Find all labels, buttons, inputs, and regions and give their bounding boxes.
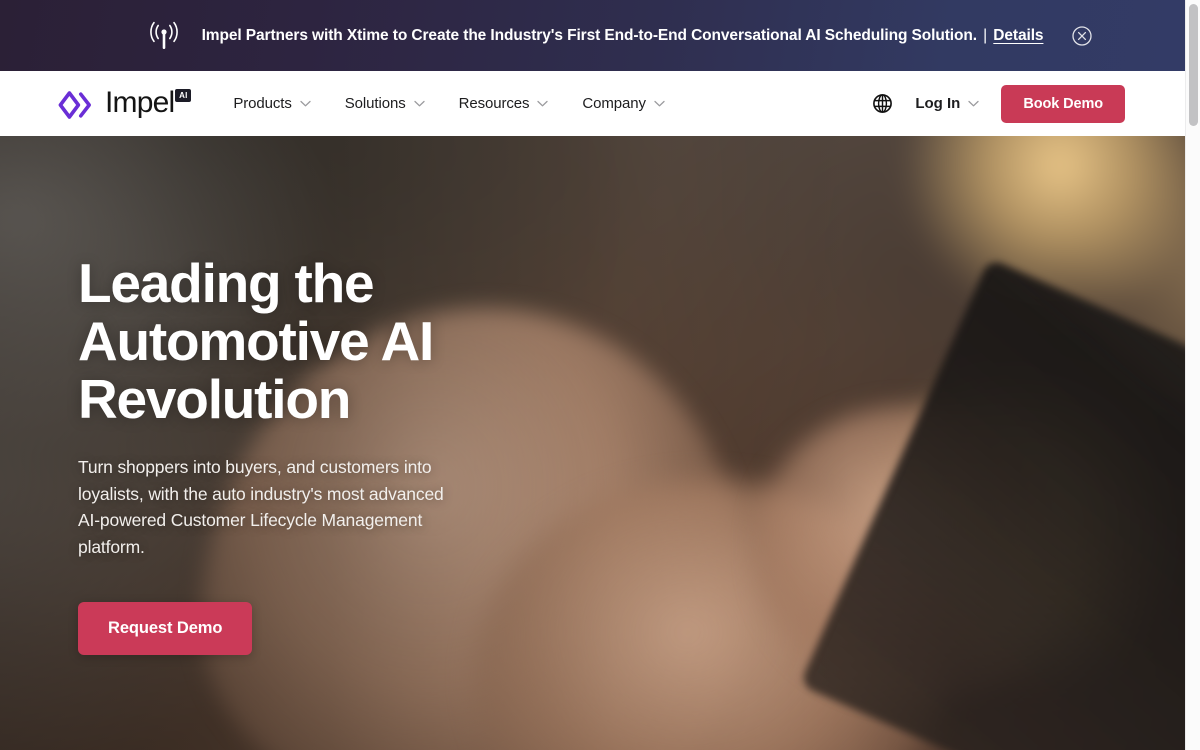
chevron-down-icon [968, 100, 979, 107]
chevron-down-icon [537, 100, 549, 107]
nav-item-company[interactable]: Company [582, 95, 665, 112]
announcement-details-link[interactable]: Details [993, 27, 1043, 44]
impel-wordmark: Impel [105, 86, 175, 119]
nav-label-resources: Resources [458, 95, 530, 112]
hero-title-line-2: Automotive AI [78, 310, 434, 372]
hero-content: Leading the Automotive AI Revolution Tur… [0, 136, 620, 656]
login-menu[interactable]: Log In [915, 95, 979, 112]
nav-item-solutions[interactable]: Solutions [345, 95, 425, 112]
nav-label-company: Company [582, 95, 646, 112]
close-circle-icon[interactable] [1071, 25, 1093, 47]
nav-label-solutions: Solutions [344, 95, 406, 112]
hero-subtitle: Turn shoppers into buyers, and customers… [78, 457, 444, 557]
impel-diamond-chevron-mark [58, 91, 91, 119]
globe-icon[interactable] [872, 93, 893, 114]
announcement-separator: | [983, 26, 988, 44]
main-navbar: Impel AI Products Solutions Resources Co… [0, 71, 1185, 136]
announcement-banner-content: Impel Partners with Xtime to Create the … [0, 14, 1185, 58]
chevron-down-icon [654, 100, 665, 107]
scrollbar-thumb[interactable] [1189, 4, 1198, 126]
nav-item-products[interactable]: Products [233, 95, 311, 112]
book-demo-button[interactable]: Book Demo [1001, 84, 1125, 123]
login-label: Log In [915, 95, 961, 112]
chevron-down-icon [300, 100, 311, 107]
chevron-down-icon [413, 100, 425, 107]
nav-item-resources[interactable]: Resources [459, 95, 549, 112]
request-demo-button[interactable]: Request Demo [78, 602, 253, 656]
impel-wordmark-wrap: Impel AI [105, 86, 192, 119]
impel-logo[interactable]: Impel AI [58, 86, 192, 119]
hero-title-line-1: Leading the [78, 252, 375, 314]
broadcast-icon [149, 21, 178, 49]
page-scrollbar[interactable] [1185, 0, 1200, 750]
browser-viewport: Impel Partners with Xtime to Create the … [0, 0, 1185, 750]
announcement-banner: Impel Partners with Xtime to Create the … [0, 0, 1185, 71]
announcement-message: Impel Partners with Xtime to Create the … [201, 26, 977, 44]
page-root: Impel Partners with Xtime to Create the … [0, 0, 1200, 750]
hero-title-line-3: Revolution [78, 368, 351, 430]
announcement-text: Impel Partners with Xtime to Create the … [202, 27, 1044, 45]
primary-nav: Products Solutions Resources Company [233, 95, 665, 112]
hero-section: Leading the Automotive AI Revolution Tur… [0, 136, 1185, 750]
impel-ai-badge: AI [175, 89, 192, 102]
navbar-actions: Log In Book Demo [872, 84, 1125, 123]
nav-label-products: Products [233, 95, 292, 112]
hero-title: Leading the Automotive AI Revolution [78, 254, 478, 428]
